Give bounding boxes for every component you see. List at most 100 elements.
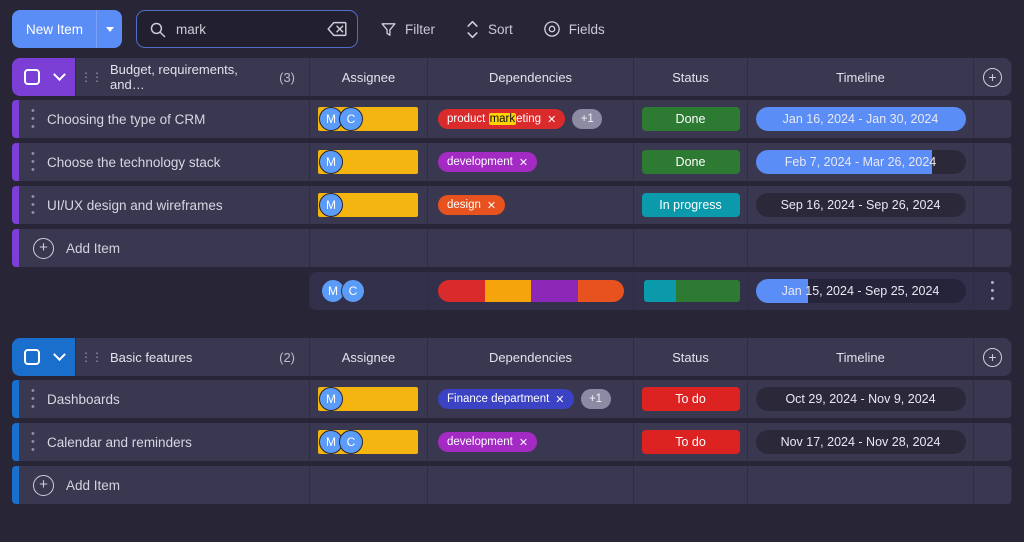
- summary-dependencies[interactable]: [428, 272, 634, 310]
- avatar[interactable]: C: [341, 279, 365, 303]
- dependency-tag[interactable]: Finance department ✕: [438, 389, 574, 409]
- dependencies-cell[interactable]: design ✕: [428, 186, 634, 224]
- assignee-cell[interactable]: M: [310, 380, 428, 418]
- kebab-icon[interactable]: • • •: [31, 192, 35, 219]
- add-item-row[interactable]: + Add Item: [12, 466, 1012, 504]
- row-accent: [12, 423, 19, 461]
- chevron-down-icon[interactable]: [52, 67, 66, 81]
- column-header-assignee[interactable]: Assignee: [310, 338, 428, 376]
- dependency-tag[interactable]: product marketing ✕: [438, 109, 566, 129]
- row-name-cell[interactable]: • • • Dashboards: [19, 380, 310, 418]
- status-cell[interactable]: To do: [634, 423, 748, 461]
- more-tags-chip[interactable]: +1: [572, 109, 603, 129]
- status-cell[interactable]: In progress: [634, 186, 748, 224]
- timeline-cell[interactable]: Feb 7, 2024 - Mar 26, 2024: [748, 143, 974, 181]
- status-cell[interactable]: Done: [634, 143, 748, 181]
- avatar[interactable]: C: [339, 430, 363, 454]
- close-icon[interactable]: ✕: [547, 113, 556, 126]
- group-basic-features: ⋮⋮ Basic features (2) Assignee Dependenc…: [12, 338, 1012, 504]
- assignee-cell[interactable]: M: [310, 186, 428, 224]
- checkbox-icon[interactable]: [23, 69, 40, 85]
- summary-status[interactable]: [634, 272, 748, 310]
- dependency-tag[interactable]: development ✕: [438, 152, 538, 172]
- close-icon[interactable]: ✕: [487, 199, 496, 212]
- more-tags-chip[interactable]: +1: [580, 389, 611, 409]
- dependency-tag[interactable]: design ✕: [438, 195, 506, 215]
- timeline-cell[interactable]: Nov 17, 2024 - Nov 28, 2024: [748, 423, 974, 461]
- dependency-tag[interactable]: development ✕: [438, 432, 538, 452]
- table-row[interactable]: • • • UI/UX design and wireframes M design…: [12, 186, 1012, 224]
- summary-assignee[interactable]: M C: [310, 272, 428, 310]
- add-item-cell[interactable]: + Add Item: [19, 466, 310, 504]
- summary-menu-button[interactable]: • • •: [974, 272, 1012, 310]
- fields-button[interactable]: Fields: [535, 14, 613, 44]
- add-item-row[interactable]: + Add Item: [12, 229, 1012, 267]
- summary-timeline[interactable]: Jan 15, 2024 - Sep 25, 2024: [748, 272, 974, 310]
- row-name-cell[interactable]: • • • UI/UX design and wireframes: [19, 186, 310, 224]
- filter-button[interactable]: Filter: [372, 15, 443, 44]
- avatar[interactable]: M: [319, 387, 343, 411]
- dependencies-cell[interactable]: development ✕: [428, 423, 634, 461]
- group-title-cell[interactable]: ⋮⋮ Budget, requirements, and… (3): [76, 58, 310, 96]
- column-header-timeline[interactable]: Timeline: [748, 58, 974, 96]
- column-header-status[interactable]: Status: [634, 58, 748, 96]
- timeline-cell[interactable]: Jan 16, 2024 - Jan 30, 2024: [748, 100, 974, 138]
- plus-icon[interactable]: +: [983, 347, 1002, 367]
- plus-icon[interactable]: +: [983, 67, 1002, 87]
- avatar[interactable]: M: [319, 193, 343, 217]
- dependencies-cell[interactable]: product marketing ✕ +1: [428, 100, 634, 138]
- kebab-icon[interactable]: • • •: [31, 149, 35, 176]
- drag-handle-icon[interactable]: ⋮⋮: [80, 350, 103, 364]
- status-cell[interactable]: To do: [634, 380, 748, 418]
- kebab-icon[interactable]: • • •: [31, 386, 35, 413]
- table-row[interactable]: • • • Choosing the type of CRM M C product…: [12, 100, 1012, 138]
- segment: [644, 280, 676, 302]
- kebab-icon[interactable]: • • •: [991, 278, 995, 305]
- column-header-assignee[interactable]: Assignee: [310, 58, 428, 96]
- plus-icon[interactable]: +: [33, 237, 54, 259]
- sort-button[interactable]: Sort: [457, 14, 521, 45]
- table-row[interactable]: • • • Calendar and reminders M C developme…: [12, 423, 1012, 461]
- table-row[interactable]: • • • Dashboards M Finance department ✕ +1…: [12, 380, 1012, 418]
- search-input[interactable]: mark: [136, 10, 359, 48]
- avatar[interactable]: C: [339, 107, 363, 131]
- assignee-cell[interactable]: M: [310, 143, 428, 181]
- assignee-cell[interactable]: M C: [310, 423, 428, 461]
- close-icon[interactable]: ✕: [555, 393, 564, 406]
- group-title-cell[interactable]: ⋮⋮ Basic features (2): [76, 338, 310, 376]
- kebab-icon[interactable]: • • •: [31, 106, 35, 133]
- timeline-label: Nov 17, 2024 - Nov 28, 2024: [780, 435, 941, 449]
- close-icon[interactable]: ✕: [519, 436, 528, 449]
- dependencies-cell[interactable]: development ✕: [428, 143, 634, 181]
- group-select-toggle[interactable]: [12, 338, 76, 376]
- checkbox-icon[interactable]: [23, 349, 40, 365]
- timeline-cell[interactable]: Oct 29, 2024 - Nov 9, 2024: [748, 380, 974, 418]
- new-item-button[interactable]: New Item: [12, 10, 123, 48]
- add-column-button[interactable]: +: [974, 58, 1012, 96]
- tag-text: development: [447, 436, 513, 448]
- group-select-toggle[interactable]: [12, 58, 76, 96]
- assignee-cell[interactable]: M C: [310, 100, 428, 138]
- plus-icon[interactable]: +: [33, 474, 54, 496]
- row-name-cell[interactable]: • • • Calendar and reminders: [19, 423, 310, 461]
- kebab-icon[interactable]: • • •: [31, 429, 35, 456]
- column-header-dependencies[interactable]: Dependencies: [428, 338, 634, 376]
- add-column-button[interactable]: +: [974, 338, 1012, 376]
- column-header-timeline[interactable]: Timeline: [748, 338, 974, 376]
- backspace-icon[interactable]: [327, 21, 347, 37]
- drag-handle-icon[interactable]: ⋮⋮: [80, 70, 103, 84]
- status-cell[interactable]: Done: [634, 100, 748, 138]
- row-name-cell[interactable]: • • • Choose the technology stack: [19, 143, 310, 181]
- new-item-dropdown-toggle[interactable]: [96, 10, 122, 48]
- table-row[interactable]: • • • Choose the technology stack M develo…: [12, 143, 1012, 181]
- add-item-cell[interactable]: + Add Item: [19, 229, 310, 267]
- dependencies-cell[interactable]: Finance department ✕ +1: [428, 380, 634, 418]
- add-row-dependencies: [428, 466, 634, 504]
- timeline-cell[interactable]: Sep 16, 2024 - Sep 26, 2024: [748, 186, 974, 224]
- column-header-status[interactable]: Status: [634, 338, 748, 376]
- chevron-down-icon[interactable]: [52, 347, 66, 361]
- close-icon[interactable]: ✕: [519, 156, 528, 169]
- avatar[interactable]: M: [319, 150, 343, 174]
- column-header-dependencies[interactable]: Dependencies: [428, 58, 634, 96]
- row-name-cell[interactable]: • • • Choosing the type of CRM: [19, 100, 310, 138]
